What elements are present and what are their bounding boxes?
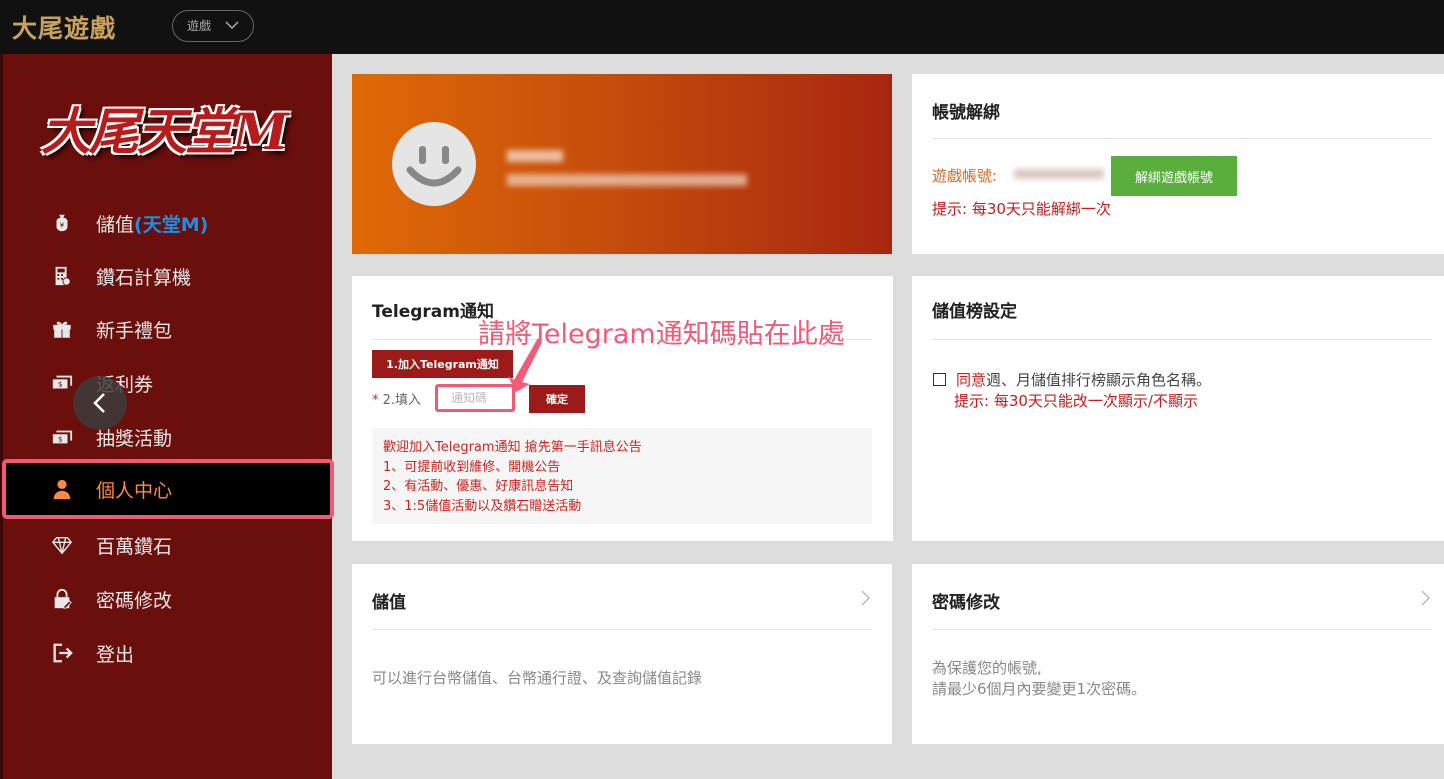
chevron-down-icon [225, 21, 239, 30]
password-description: 為保護您的帳號, 請最少6個月內要變更1次密碼。 [932, 659, 1147, 698]
sidebar-item-profile[interactable]: 個人中心 [2, 459, 334, 519]
game-account-label: 遊戲帳號: [932, 167, 998, 185]
gift-icon [50, 317, 74, 341]
sidebar-item-logout[interactable]: 登出 [4, 626, 332, 680]
blurred-user-id [507, 174, 747, 186]
chevron-left-icon [93, 393, 105, 413]
svg-text:$: $ [58, 435, 63, 444]
notice-line: 歡迎加入Telegram通知 搶先第一手訊息公告 [383, 440, 642, 455]
telegram-notice-box: 歡迎加入Telegram通知 搶先第一手訊息公告 1、可提前收到維修、開機公告 … [372, 428, 872, 524]
chevron-right-icon [1421, 590, 1431, 606]
top-bar: 大尾遊戲 遊戲 [0, 0, 1444, 54]
sidebar-item-label: 百萬鑽石 [96, 535, 173, 558]
sidebar-item-highlight: (天堂M) [134, 213, 209, 236]
brand-logo[interactable]: 大尾遊戲 [12, 9, 116, 45]
calculator-icon [50, 264, 74, 288]
svg-text:$: $ [58, 380, 63, 389]
sidebar-item-gift[interactable]: 新手禮包 [4, 302, 332, 356]
sidebar-item-label: 鑽石計算機 [96, 266, 192, 289]
ranking-setting-card: 儲值榜設定 同意週、月儲值排行榜顯示角色名稱。 提示: 每30天只能改一次顯示/… [912, 276, 1444, 541]
svg-text:¥: ¥ [60, 221, 65, 230]
sidebar-item-diamond[interactable]: 百萬鑽石 [4, 518, 332, 572]
unbind-account-button[interactable]: 解綁遊戲帳號 [1111, 156, 1237, 196]
annotation-arrow-icon [508, 338, 542, 392]
carousel-prev-button[interactable] [73, 376, 127, 430]
card-title: 密碼修改 [932, 593, 1000, 613]
card-title: 儲值榜設定 [932, 302, 1017, 322]
account-unbind-card: 帳號解綁 遊戲帳號: 解綁遊戲帳號 提示: 每30天只能解綁一次 [912, 74, 1444, 254]
sidebar-item-coupon[interactable]: $ 返利券 [4, 356, 332, 410]
money-bag-icon: ¥ [50, 211, 74, 235]
profile-banner [352, 74, 892, 254]
game-logo: 大尾天堂M [41, 102, 288, 161]
sidebar-item-label: 儲值 [96, 213, 135, 236]
required-mark: * [372, 393, 379, 408]
card-title: 帳號解綁 [932, 103, 1000, 123]
divider [372, 629, 872, 630]
game-select-label: 遊戲 [187, 19, 212, 33]
avatar[interactable] [392, 122, 476, 206]
ranking-hint: 提示: 每30天只能改一次顯示/不顯示 [954, 392, 1198, 410]
agree-text: 同意週、月儲值排行榜顯示角色名稱。 [956, 371, 1212, 389]
divider [932, 629, 1432, 630]
smiley-face-icon [406, 146, 462, 187]
sidebar-item-deposit[interactable]: ¥ 儲值 (天堂M) [4, 196, 332, 250]
card-title: Telegram通知 [372, 302, 494, 322]
join-telegram-button[interactable]: 1.加入Telegram通知 [372, 350, 513, 378]
unbind-hint: 提示: 每30天只能解綁一次 [932, 200, 1111, 218]
blurred-username [507, 150, 563, 162]
sidebar-item-label: 登出 [96, 643, 135, 666]
divider [932, 339, 1432, 340]
divider [932, 138, 1432, 139]
notice-line: 2、有活動、優惠、好康訊息告知 [383, 479, 574, 494]
chevron-right-icon [861, 590, 871, 606]
lock-edit-icon [50, 587, 74, 611]
password-change-card[interactable]: 密碼修改 為保護您的帳號, 請最少6個月內要變更1次密碼。 [912, 564, 1444, 744]
fill-label: * 2.填入 [372, 393, 422, 408]
sidebar-item-label: 個人中心 [96, 479, 173, 502]
deposit-description: 可以進行台幣儲值、台幣通行證、及查詢儲值記錄 [372, 669, 703, 687]
ranking-display-checkbox[interactable] [933, 373, 946, 386]
card-title: 儲值 [372, 593, 406, 613]
diamond-icon [50, 533, 74, 557]
coupon-icon: $ [50, 371, 74, 395]
user-icon [50, 477, 74, 501]
game-select-dropdown[interactable]: 遊戲 [172, 10, 254, 42]
notice-line: 1、可提前收到維修、開機公告 [383, 459, 561, 475]
sidebar-item-calculator[interactable]: 鑽石計算機 [4, 249, 332, 303]
logout-icon [50, 641, 74, 665]
sidebar-item-lottery[interactable]: $ 抽獎活動 [4, 410, 332, 464]
sidebar-item-password[interactable]: 密碼修改 [4, 572, 332, 626]
blurred-account [1014, 169, 1104, 179]
notice-line: 3、1:5儲值活動以及鑽石贈送活動 [383, 498, 582, 514]
deposit-card[interactable]: 儲值 可以進行台幣儲值、台幣通行證、及查詢儲值記錄 [352, 564, 892, 744]
sidebar-item-label: 密碼修改 [96, 589, 173, 612]
sidebar-item-label: 新手禮包 [96, 319, 173, 342]
lottery-icon: $ [50, 425, 74, 449]
